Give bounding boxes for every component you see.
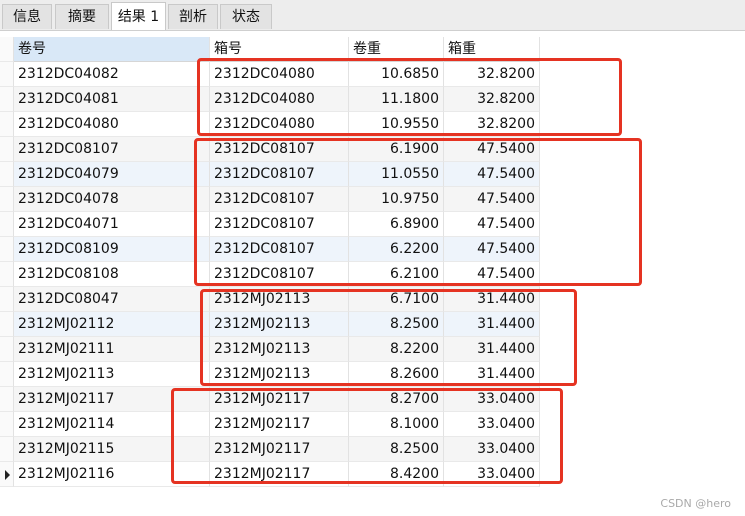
row-marker[interactable] — [0, 337, 14, 362]
cell-roll-no[interactable]: 2312DC08047 — [14, 287, 210, 312]
cell-roll-no[interactable]: 2312DC08107 — [14, 137, 210, 162]
row-marker[interactable] — [0, 112, 14, 137]
cell-roll-no[interactable]: 2312DC04071 — [14, 212, 210, 237]
row-marker[interactable] — [0, 412, 14, 437]
cell-roll-no[interactable]: 2312DC04082 — [14, 62, 210, 87]
row-marker[interactable] — [0, 437, 14, 462]
cell-roll-no[interactable]: 2312DC08108 — [14, 262, 210, 287]
cell-roll-no[interactable]: 2312DC04080 — [14, 112, 210, 137]
tab-status[interactable]: 状态 — [220, 4, 272, 29]
row-marker[interactable] — [0, 162, 14, 187]
row-marker[interactable] — [0, 462, 14, 487]
row-marker[interactable] — [0, 137, 14, 162]
row-marker[interactable] — [0, 262, 14, 287]
highlight-box-group-1 — [197, 58, 622, 136]
cell-roll-no[interactable]: 2312MJ02112 — [14, 312, 210, 337]
cell-roll-no[interactable]: 2312DC08109 — [14, 237, 210, 262]
cell-roll-no[interactable]: 2312MJ02113 — [14, 362, 210, 387]
tab-profile[interactable]: 剖析 — [168, 4, 218, 29]
cell-roll-no[interactable]: 2312DC04081 — [14, 87, 210, 112]
row-marker[interactable] — [0, 237, 14, 262]
row-marker[interactable] — [0, 387, 14, 412]
cell-roll-no[interactable]: 2312DC04079 — [14, 162, 210, 187]
row-marker[interactable] — [0, 187, 14, 212]
row-marker[interactable] — [0, 312, 14, 337]
tab-summary[interactable]: 摘要 — [55, 4, 109, 29]
row-marker[interactable] — [0, 87, 14, 112]
result-tab-bar: 信息 摘要 结果 1 剖析 状态 — [0, 0, 745, 31]
watermark: CSDN @hero — [660, 497, 731, 510]
highlight-box-group-2 — [194, 138, 642, 286]
tab-info[interactable]: 信息 — [2, 4, 52, 29]
highlight-box-group-3 — [200, 289, 577, 386]
row-marker[interactable] — [0, 287, 14, 312]
row-marker[interactable] — [0, 62, 14, 87]
tab-result-1[interactable]: 结果 1 — [111, 2, 166, 30]
row-marker[interactable] — [0, 362, 14, 387]
row-marker[interactable] — [0, 212, 14, 237]
highlight-box-group-4 — [171, 388, 563, 484]
column-header-roll-no[interactable]: 卷号 — [14, 37, 210, 62]
row-marker-header — [0, 37, 14, 62]
cell-roll-no[interactable]: 2312MJ02111 — [14, 337, 210, 362]
cell-roll-no[interactable]: 2312DC04078 — [14, 187, 210, 212]
